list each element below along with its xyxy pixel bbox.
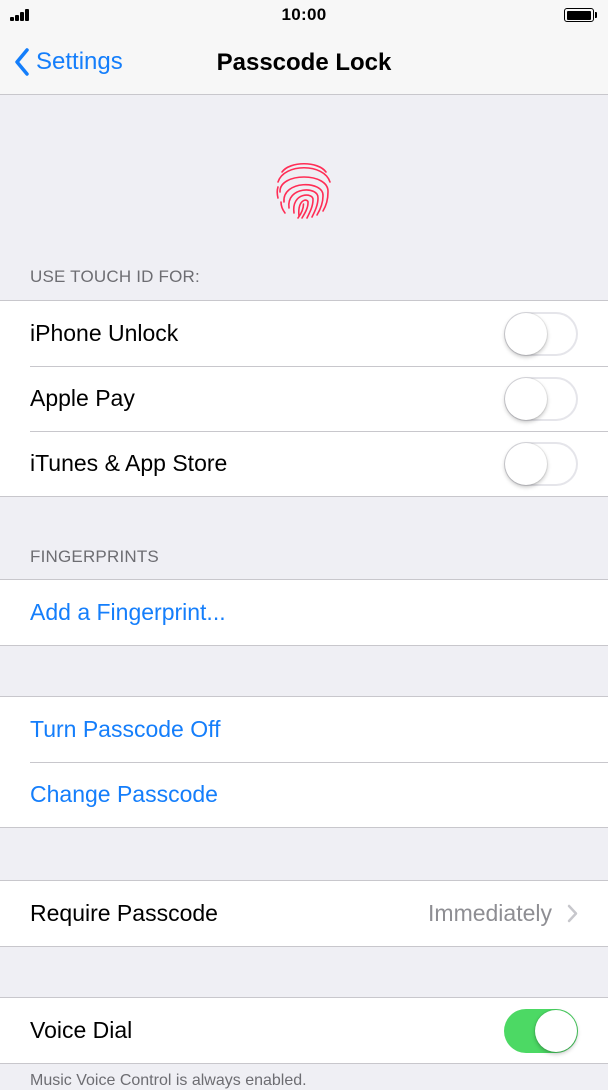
voice-dial-row: Voice Dial bbox=[0, 998, 608, 1063]
fingerprints-section-header: FINGERPRINTS bbox=[30, 547, 159, 566]
change-passcode-row[interactable]: Change Passcode bbox=[0, 762, 608, 827]
iphone-unlock-label: iPhone Unlock bbox=[30, 320, 179, 346]
status-bar: 10:00 bbox=[0, 0, 608, 30]
voice-dial-footer-text: Music Voice Control is always enabled. bbox=[30, 1072, 307, 1089]
require-passcode-group: Require Passcode Immediately bbox=[0, 880, 608, 947]
battery-icon bbox=[564, 8, 598, 22]
add-fingerprint-button[interactable]: Add a Fingerprint... bbox=[30, 599, 226, 626]
require-passcode-row[interactable]: Require Passcode Immediately bbox=[0, 881, 608, 946]
require-passcode-value: Immediately bbox=[428, 900, 552, 926]
add-fingerprint-row[interactable]: Add a Fingerprint... bbox=[0, 580, 608, 645]
page-title: Passcode Lock bbox=[216, 49, 392, 76]
apple-pay-toggle[interactable] bbox=[504, 377, 578, 421]
apple-pay-label: Apple Pay bbox=[30, 385, 135, 411]
fingerprints-group: Add a Fingerprint... bbox=[0, 579, 608, 646]
voice-dial-label: Voice Dial bbox=[30, 1017, 133, 1043]
change-passcode-button[interactable]: Change Passcode bbox=[30, 781, 218, 808]
passcode-group: Turn Passcode Off Change Passcode bbox=[0, 696, 608, 828]
turn-passcode-off-row[interactable]: Turn Passcode Off bbox=[0, 697, 608, 762]
status-time: 10:00 bbox=[281, 5, 327, 24]
voice-dial-group: Voice Dial bbox=[0, 997, 608, 1064]
touch-id-section-header: USE TOUCH ID FOR: bbox=[30, 267, 200, 286]
list-item-itunes-app-store: iTunes & App Store bbox=[0, 431, 608, 496]
touch-id-group: iPhone Unlock Apple Pay iTunes & App Sto… bbox=[0, 300, 608, 497]
iphone-unlock-toggle[interactable] bbox=[504, 312, 578, 356]
turn-passcode-off-button[interactable]: Turn Passcode Off bbox=[30, 716, 220, 743]
list-item-apple-pay: Apple Pay bbox=[0, 366, 608, 431]
navigation-bar: Settings Passcode Lock bbox=[0, 30, 608, 95]
fingerprint-icon bbox=[276, 162, 331, 219]
list-item-iphone-unlock: iPhone Unlock bbox=[0, 301, 608, 366]
itunes-app-store-label: iTunes & App Store bbox=[30, 450, 228, 476]
chevron-right-icon bbox=[567, 904, 578, 923]
voice-dial-toggle[interactable] bbox=[504, 1009, 578, 1053]
itunes-app-store-toggle[interactable] bbox=[504, 442, 578, 486]
require-passcode-label: Require Passcode bbox=[30, 900, 218, 926]
